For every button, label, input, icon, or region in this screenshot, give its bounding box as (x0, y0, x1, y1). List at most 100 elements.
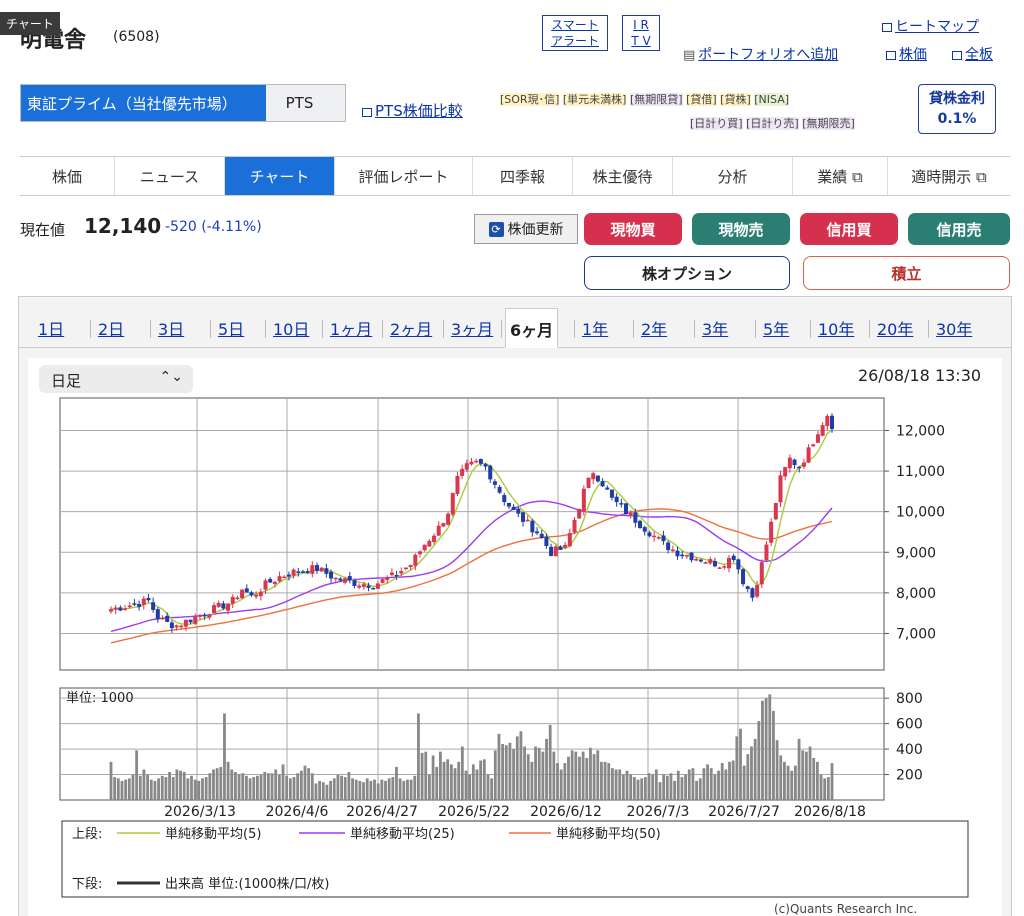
volume-bar (475, 769, 479, 800)
volume-bar (603, 761, 607, 800)
candle-body (394, 574, 399, 577)
candle-body (642, 527, 647, 532)
legend-volume-label: 出来高 単位:(1000株/口/枚) (165, 876, 330, 892)
candle-body (375, 583, 380, 589)
volume-bar (501, 744, 505, 800)
volume-bar (336, 774, 340, 800)
volume-bar (585, 758, 589, 800)
volume-bar (804, 751, 808, 800)
candle-body (563, 544, 568, 548)
volume-bar (314, 783, 318, 800)
candle-body (286, 574, 291, 577)
volume-bar (182, 772, 186, 800)
candle-body (160, 617, 165, 620)
volume-bar (757, 721, 761, 800)
volume-bar (621, 774, 625, 800)
volume-bar (464, 770, 468, 800)
candle-body (638, 520, 643, 528)
candle-body (544, 536, 549, 547)
candle-body (118, 607, 123, 611)
volume-bar (611, 768, 614, 800)
volume-bar (299, 770, 303, 800)
candle-body (694, 558, 699, 561)
candle-body (619, 503, 624, 505)
candle-body (385, 577, 390, 581)
volume-bar (497, 733, 501, 800)
volume-bar (164, 777, 168, 800)
candle-body (825, 415, 830, 427)
candle-body (221, 603, 226, 609)
volume-bar (245, 775, 248, 800)
volume-bar (698, 778, 702, 800)
candle-body (488, 465, 493, 480)
candle-body (343, 578, 348, 583)
volume-bar (687, 769, 691, 800)
candle-body (797, 466, 802, 469)
candle-body (352, 580, 357, 586)
volume-bar (640, 778, 644, 800)
candle-body (535, 531, 540, 534)
volume-bar (490, 778, 494, 800)
candle-body (413, 554, 418, 566)
candle-body (755, 585, 760, 597)
candle-body (272, 581, 277, 584)
candle-body (127, 605, 132, 608)
candle-body (624, 503, 628, 515)
candle-body (197, 615, 202, 617)
candle-body (689, 552, 694, 561)
volume-bar (325, 784, 329, 800)
volume-tick-label: 800 (896, 691, 923, 707)
candle-body (778, 475, 783, 503)
candle-body (333, 577, 338, 580)
candle-body (399, 571, 404, 574)
volume-bar (526, 754, 530, 800)
candle-body (193, 616, 198, 624)
volume-bar (391, 777, 395, 800)
candle-body (572, 520, 577, 533)
volume-bar (109, 761, 113, 800)
candle-body (418, 551, 422, 555)
volume-bar (607, 763, 611, 800)
volume-bar (651, 774, 655, 800)
volume-bar (321, 782, 325, 800)
volume-bar (373, 779, 376, 800)
volume-bar (153, 780, 157, 800)
price-tick-label: 12,000 (896, 423, 945, 439)
candle-body (249, 592, 254, 596)
candle-body (155, 609, 160, 620)
candle-body (474, 460, 479, 463)
candle-body (169, 622, 174, 629)
candle-body (469, 461, 474, 465)
volume-bar (171, 777, 175, 800)
candle-body (432, 535, 437, 543)
volume-bar (830, 763, 834, 800)
volume-bar (438, 751, 442, 800)
candle-body (450, 493, 455, 515)
candle-body (787, 457, 792, 469)
volume-bar (395, 766, 398, 800)
candle-body (806, 447, 811, 463)
volume-bar (468, 774, 472, 800)
volume-bar (248, 778, 252, 800)
volume-bar (589, 747, 592, 800)
volume-bar (556, 763, 559, 800)
candle-body (722, 566, 727, 568)
volume-bar (669, 773, 673, 800)
volume-bar (790, 770, 794, 800)
candle-body (174, 625, 179, 628)
candle-body (230, 596, 235, 604)
volume-bar (519, 731, 523, 800)
volume-bar (457, 761, 461, 800)
volume-bar (479, 760, 483, 800)
volume-bar (548, 724, 552, 800)
volume-bar (493, 750, 497, 800)
volume-bar (409, 779, 413, 800)
candle-body (759, 562, 764, 585)
volume-unit-label: 単位: 1000 (66, 690, 134, 706)
volume-bar (673, 780, 677, 800)
candle-body (207, 615, 212, 618)
candle-body (403, 567, 408, 570)
candle-body (666, 542, 671, 551)
volume-bar (226, 761, 230, 800)
volume-bar (219, 766, 223, 800)
